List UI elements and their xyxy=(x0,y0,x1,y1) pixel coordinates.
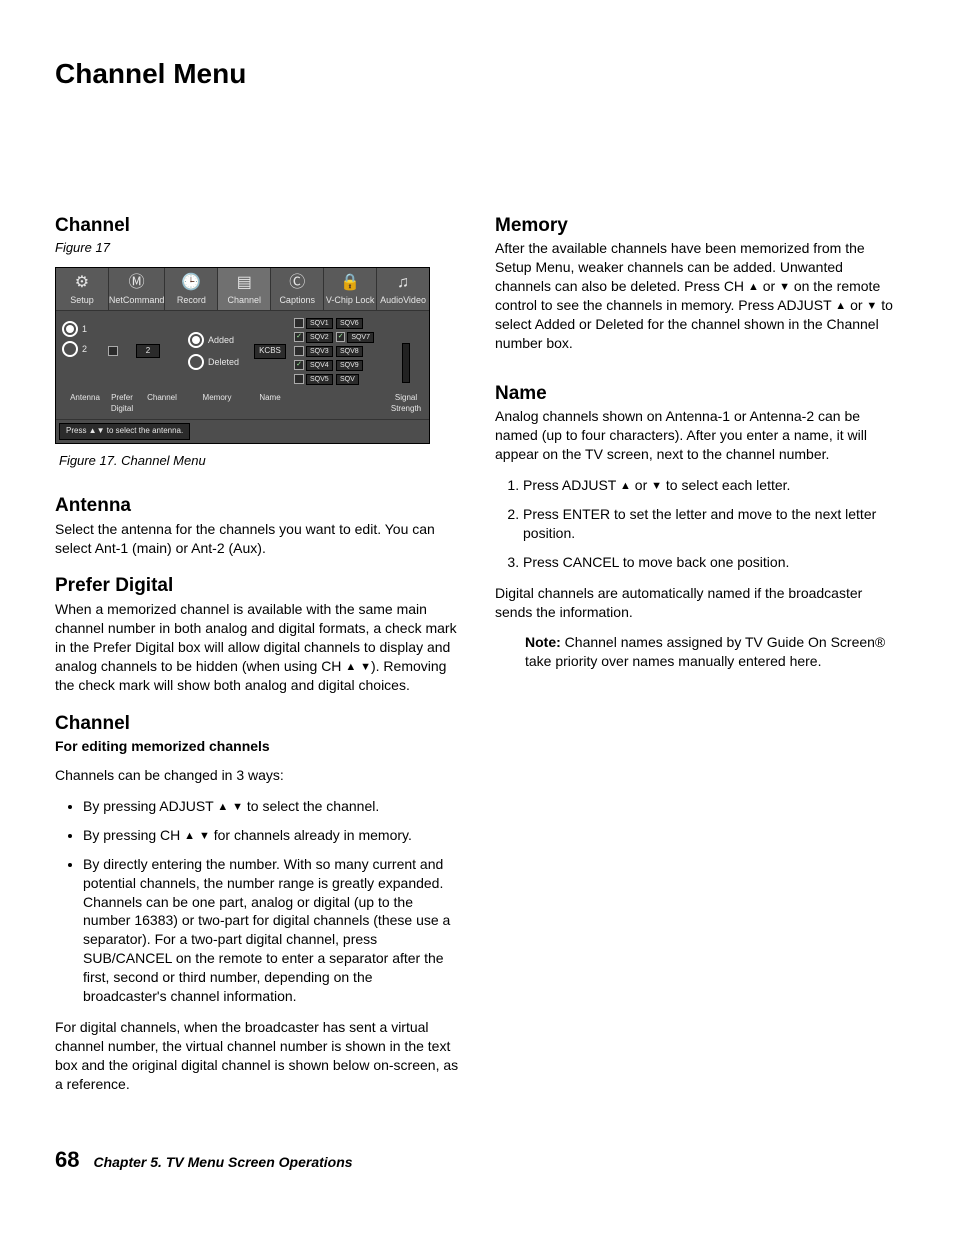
up-triangle-icon: ▲ xyxy=(345,662,356,673)
tab-netcommand: ⓂNetCommand xyxy=(109,268,166,311)
page-title: Channel Menu xyxy=(55,55,899,93)
channel-number: 2 xyxy=(136,317,188,385)
name-field: KCBS xyxy=(246,317,294,385)
up-triangle-icon: ▲ xyxy=(835,301,846,312)
netcommand-icon: Ⓜ xyxy=(109,272,165,294)
tab-audiovideo: ♫AudioVideo xyxy=(377,268,429,311)
lock-icon: 🔒 xyxy=(324,272,376,294)
list-item: Press ENTER to set the letter and move t… xyxy=(523,505,899,543)
tab-row: ⚙Setup ⓂNetCommand 🕒Record ▤Channel ⒸCap… xyxy=(56,268,429,311)
antenna-1-radio xyxy=(62,321,78,337)
heading-memory: Memory xyxy=(495,213,899,239)
record-icon: 🕒 xyxy=(165,272,217,294)
page-footer: 68 Chapter 5. TV Menu Screen Operations xyxy=(55,1145,899,1175)
down-triangle-icon: ▼ xyxy=(360,662,371,673)
down-triangle-icon: ▼ xyxy=(866,301,877,312)
figure-caption: Figure 17. Channel Menu xyxy=(59,452,459,470)
tab-channel: ▤Channel xyxy=(218,268,271,311)
channel-after-text: For digital channels, when the broadcast… xyxy=(55,1018,459,1094)
name-steps: Press ADJUST ▲ or ▼ to select each lette… xyxy=(495,476,899,572)
footer-chapter: Chapter 5. TV Menu Screen Operations xyxy=(93,1153,352,1172)
channel-intro: Channels can be changed in 3 ways: xyxy=(55,766,459,785)
heading-name: Name xyxy=(495,381,899,407)
audiovideo-icon: ♫ xyxy=(377,272,429,294)
deleted-radio xyxy=(188,354,204,370)
tab-record: 🕒Record xyxy=(165,268,218,311)
added-radio xyxy=(188,332,204,348)
channel-menu-screenshot: ⚙Setup ⓂNetCommand 🕒Record ▤Channel ⒸCap… xyxy=(55,267,430,444)
note-block: Note: Channel names assigned by TV Guide… xyxy=(525,633,899,671)
up-triangle-icon: ▲ xyxy=(748,282,759,293)
signal-strength xyxy=(389,317,423,385)
up-triangle-icon: ▲ xyxy=(184,831,195,842)
antenna-text: Select the antenna for the channels you … xyxy=(55,520,459,558)
hint-bar: Press ▲▼ to select the antenna. xyxy=(56,419,429,443)
list-item: By pressing CH ▲ ▼ for channels already … xyxy=(83,826,459,845)
list-item: By directly entering the number. With so… xyxy=(83,855,459,1006)
channel-subheading: For editing memorized channels xyxy=(55,737,459,756)
two-column-layout: Channel Figure 17 ⚙Setup ⓂNetCommand 🕒Re… xyxy=(55,213,899,1106)
captions-icon: Ⓒ xyxy=(271,272,323,294)
antenna-selector: 1 2 xyxy=(62,317,108,385)
heading-prefer-digital: Prefer Digital xyxy=(55,573,459,599)
memory-selector: Added Deleted xyxy=(188,317,246,385)
heading-channel-edit: Channel xyxy=(55,711,459,737)
left-column: Channel Figure 17 ⚙Setup ⓂNetCommand 🕒Re… xyxy=(55,213,459,1106)
prefer-text: When a memorized channel is available wi… xyxy=(55,600,459,694)
antenna-2-radio xyxy=(62,341,78,357)
heading-channel: Channel xyxy=(55,213,459,239)
up-triangle-icon: ▲ xyxy=(620,481,631,492)
memory-text: After the available channels have been m… xyxy=(495,239,899,352)
up-triangle-icon: ▲ xyxy=(217,802,228,813)
sqv-grid: SQV1 SQV6 ✓SQV2 ✓SQV7 SQV3 SQV8 ✓SQV4 SQ… xyxy=(294,317,389,385)
list-item: Press CANCEL to move back one position. xyxy=(523,553,899,572)
tab-vchip: 🔒V-Chip Lock xyxy=(324,268,377,311)
list-item: Press ADJUST ▲ or ▼ to select each lette… xyxy=(523,476,899,495)
list-item: By pressing ADJUST ▲ ▼ to select the cha… xyxy=(83,797,459,816)
figure-ref: Figure 17 xyxy=(55,239,459,257)
page-number: 68 xyxy=(55,1145,79,1175)
tab-captions: ⒸCaptions xyxy=(271,268,324,311)
name-text: Analog channels shown on Antenna-1 or An… xyxy=(495,407,899,464)
prefer-digital-checkbox xyxy=(108,346,118,356)
down-triangle-icon: ▼ xyxy=(779,282,790,293)
heading-antenna: Antenna xyxy=(55,493,459,519)
down-triangle-icon: ▼ xyxy=(199,831,210,842)
right-column: Memory After the available channels have… xyxy=(495,213,899,1106)
tab-setup: ⚙Setup xyxy=(56,268,109,311)
down-triangle-icon: ▼ xyxy=(232,802,243,813)
channel-icon: ▤ xyxy=(218,272,270,294)
setup-icon: ⚙ xyxy=(56,272,108,294)
note-label: Note: xyxy=(525,634,561,650)
channel-edit-list: By pressing ADJUST ▲ ▼ to select the cha… xyxy=(55,797,459,1006)
name-after-text: Digital channels are automatically named… xyxy=(495,584,899,622)
down-triangle-icon: ▼ xyxy=(651,481,662,492)
